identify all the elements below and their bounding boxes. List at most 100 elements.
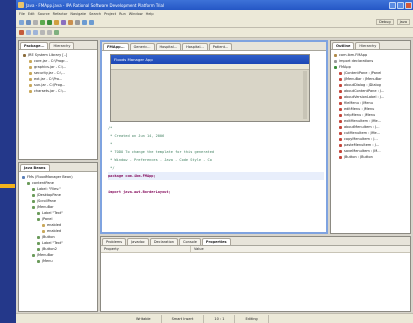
menu-project[interactable]: Project — [104, 12, 116, 16]
properties-view: Problems Javadoc Declaration Console Pro… — [100, 236, 411, 312]
jar-icon — [29, 65, 32, 69]
align-icon[interactable] — [33, 30, 38, 35]
source-editor[interactable]: /* * Created on Jun 14, 2006 * * TODO To… — [108, 124, 324, 230]
component-icon — [32, 205, 35, 209]
code-line: */ — [108, 166, 115, 170]
java-beans-view: Java Beans FMs (FloodManager Bean) conte… — [18, 162, 98, 312]
column-value[interactable]: Value — [191, 246, 204, 252]
outline-tree: com.ibm.FMApp import declarations FMApp … — [331, 50, 410, 160]
run-icon[interactable] — [47, 20, 52, 25]
external-tools-icon[interactable] — [54, 20, 59, 25]
close-button[interactable] — [405, 1, 412, 9]
jar-icon — [29, 83, 32, 87]
package-icon — [334, 53, 337, 57]
field-icon — [339, 89, 342, 93]
save-icon[interactable] — [26, 20, 31, 25]
menu-search[interactable]: Search — [89, 12, 101, 16]
tab-package-explorer[interactable]: Package... — [20, 41, 49, 49]
tab-fmapp[interactable]: FMApp... — [103, 42, 129, 50]
back-icon[interactable] — [82, 20, 87, 25]
component-icon — [32, 193, 35, 197]
code-line: * — [108, 142, 113, 146]
status-insert-mode: Smart Insert — [162, 314, 205, 323]
app-icon — [18, 2, 24, 8]
new-class-icon[interactable] — [61, 20, 66, 25]
tab-outline-hierarchy[interactable]: Hierarchy — [355, 41, 381, 49]
forward-icon[interactable] — [89, 20, 94, 25]
jar-icon — [29, 77, 32, 81]
new-icon[interactable] — [19, 20, 24, 25]
outline-view: Outline Hierarchy com.ibm.FMApp import d… — [330, 40, 411, 234]
menu-window[interactable]: Window — [129, 12, 143, 16]
accent-bar — [0, 184, 15, 188]
print-icon[interactable] — [33, 20, 38, 25]
tree-item[interactable]: jMenu — [22, 258, 95, 264]
column-property[interactable]: Property — [101, 246, 191, 252]
component-icon — [32, 253, 35, 257]
gui-frame-menubar[interactable] — [111, 64, 309, 70]
minimize-button[interactable] — [389, 1, 396, 9]
perspective-switcher: Debug Java — [376, 19, 410, 25]
visual-editor-canvas[interactable]: Floods Manager App — [110, 54, 310, 122]
tab-hospital[interactable]: Hospital... — [155, 42, 182, 50]
tab-java-beans[interactable]: Java Beans — [20, 163, 50, 171]
outline-item[interactable]: jButton : JButton — [334, 154, 408, 160]
tab-hierarchy[interactable]: Hierarchy — [49, 41, 75, 49]
class-icon — [334, 65, 337, 69]
perspective-java[interactable]: Java — [396, 19, 410, 25]
status-position: 10 : 1 — [204, 314, 236, 323]
field-icon — [339, 83, 342, 87]
code-line: import java.awt.BorderLayout; — [108, 190, 171, 194]
bean-icon[interactable] — [54, 30, 59, 35]
stop-icon[interactable] — [19, 30, 24, 35]
imports-icon — [334, 59, 337, 63]
open-type-icon[interactable] — [68, 20, 73, 25]
package-tree: JRE System Library [..] core.jar - C:\Pr… — [19, 50, 97, 94]
property-icon — [42, 223, 45, 227]
tab-hospital-2[interactable]: Hospital... — [182, 42, 208, 50]
tab-declaration[interactable]: Declaration — [149, 237, 179, 245]
maximize-button[interactable] — [397, 1, 404, 9]
component-icon — [37, 241, 40, 245]
java-editor: FMApp... Generic... Hospital... Hospital… — [100, 40, 328, 234]
code-line: * Created on Jun 14, 2006 — [108, 134, 165, 138]
tab-generic[interactable]: Generic... — [129, 42, 155, 50]
menu-run[interactable]: Run — [119, 12, 126, 16]
component-icon — [37, 235, 40, 239]
tab-problems[interactable]: Problems — [102, 237, 127, 245]
search-icon[interactable] — [75, 20, 80, 25]
component-icon — [37, 217, 40, 221]
grid-icon[interactable] — [40, 30, 45, 35]
menu-navigate[interactable]: Navigate — [70, 12, 86, 16]
status-editing: Editing — [235, 314, 269, 323]
gui-frame-title: Floods Manager App — [111, 55, 309, 64]
jar-icon — [29, 71, 32, 75]
jar-icon — [29, 89, 32, 93]
menu-refactor[interactable]: Refactor — [53, 12, 68, 16]
field-icon — [339, 101, 342, 105]
tab-javadoc[interactable]: Javadoc — [127, 237, 149, 245]
tab-console[interactable]: Console — [179, 237, 201, 245]
menu-file[interactable]: File — [19, 12, 25, 16]
layout-icon[interactable] — [47, 30, 52, 35]
scrollbar[interactable] — [303, 71, 307, 119]
window-title: Java - FMApp.java - IPA Rational Softwar… — [26, 2, 165, 8]
code-line: * Window - Preferences - Java - Code Sty… — [108, 158, 212, 162]
perspective-debug[interactable]: Debug — [376, 19, 394, 25]
tab-patient[interactable]: Patient... — [208, 42, 233, 50]
desktop-background — [0, 0, 16, 323]
menu-source[interactable]: Source — [38, 12, 50, 16]
debug-icon[interactable] — [40, 20, 45, 25]
field-icon — [339, 71, 342, 75]
format-icon[interactable] — [26, 30, 31, 35]
field-icon — [339, 155, 342, 159]
tab-properties[interactable]: Properties — [201, 237, 231, 245]
field-icon — [339, 143, 342, 147]
menu-help[interactable]: Help — [146, 12, 154, 16]
code-line: * TODO To change the template for this g… — [108, 150, 215, 154]
component-icon — [32, 199, 35, 203]
package-explorer: Package... Hierarchy JRE System Library … — [18, 40, 98, 160]
menu-edit[interactable]: Edit — [28, 12, 35, 16]
tree-item[interactable]: charsets.jar - C:\... — [23, 88, 95, 94]
tab-outline[interactable]: Outline — [332, 41, 355, 49]
